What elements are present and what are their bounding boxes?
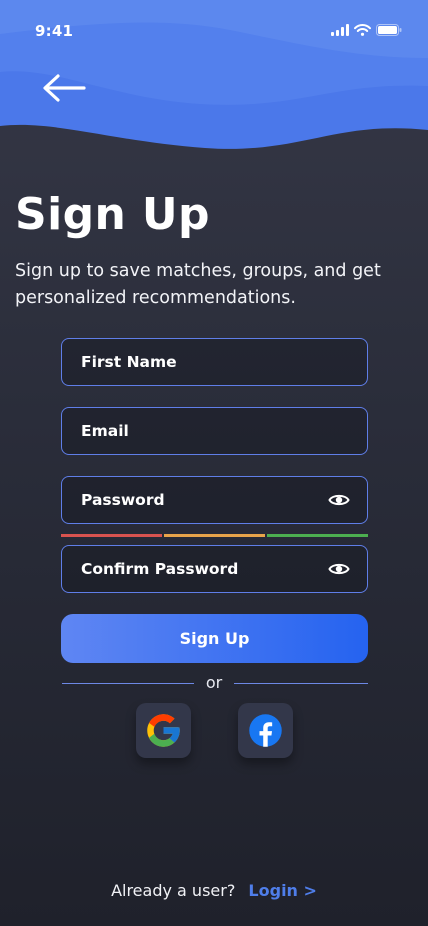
back-button[interactable] <box>40 68 90 108</box>
password-field[interactable]: Password <box>61 476 368 524</box>
status-bar: 9:41 <box>0 0 428 48</box>
arrow-left-icon <box>43 74 86 102</box>
confirm-password-visibility-toggle[interactable] <box>328 560 350 578</box>
first-name-field[interactable]: First Name <box>61 338 368 386</box>
password-strength-meter <box>61 534 368 537</box>
divider-line-right <box>234 683 368 684</box>
strength-weak-segment <box>61 534 162 537</box>
eye-icon <box>328 494 350 506</box>
google-signin-button[interactable] <box>136 703 191 758</box>
footer-question: Already a user? <box>111 881 236 900</box>
google-icon <box>147 714 180 747</box>
cellular-signal-icon <box>331 24 349 36</box>
strength-medium-segment <box>164 534 265 537</box>
email-field[interactable]: Email <box>61 407 368 455</box>
confirm-password-placeholder: Confirm Password <box>81 560 239 578</box>
eye-icon <box>328 563 350 575</box>
sign-up-button-label: Sign Up <box>179 629 250 648</box>
sign-up-button[interactable]: Sign Up <box>61 614 368 663</box>
signup-screen: 9:41 Sign Up Sign up to save matches, gr… <box>0 0 428 926</box>
first-name-placeholder: First Name <box>81 353 177 371</box>
password-placeholder: Password <box>81 491 165 509</box>
divider-line-left <box>62 683 194 684</box>
page-title: Sign Up <box>15 189 210 240</box>
login-link[interactable]: Login > <box>248 881 317 900</box>
facebook-signin-button[interactable] <box>238 703 293 758</box>
status-time: 9:41 <box>35 22 74 40</box>
status-icons <box>331 24 402 36</box>
strength-strong-segment <box>267 534 368 537</box>
divider-text: or <box>205 673 223 692</box>
email-placeholder: Email <box>81 422 129 440</box>
wifi-icon <box>354 24 371 36</box>
page-subtitle: Sign up to save matches, groups, and get… <box>15 261 381 308</box>
battery-icon <box>376 24 402 36</box>
facebook-icon <box>249 714 282 747</box>
password-visibility-toggle[interactable] <box>328 491 350 509</box>
footer: Already a user? Login > <box>0 881 428 900</box>
confirm-password-field[interactable]: Confirm Password <box>61 545 368 593</box>
